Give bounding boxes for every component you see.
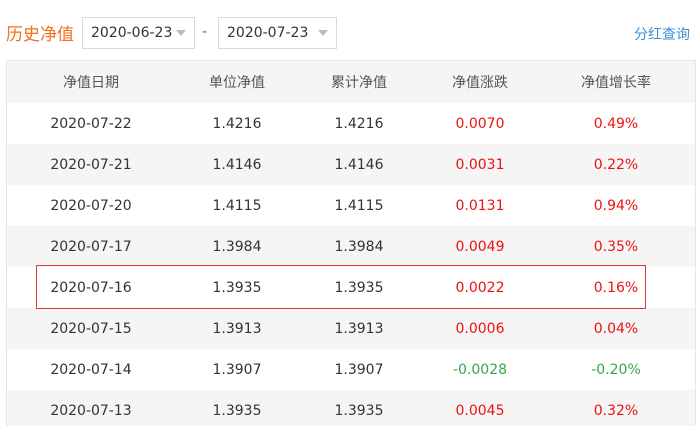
- cell-growth-rate: 0.22%: [593, 156, 639, 173]
- cell-date: 2020-07-14: [50, 361, 132, 378]
- cell-date: 2020-07-20: [50, 197, 132, 214]
- column-header-date: 净值日期: [63, 75, 119, 91]
- table-row: 2020-07-22 1.4216 1.4216 0.0070 0.49%: [7, 103, 695, 144]
- toolbar: 历史净值 2020-06-23 - 2020-07-23 分红查询: [0, 0, 700, 58]
- cell-change: 0.0031: [455, 156, 505, 173]
- page-title: 历史净值: [6, 25, 74, 45]
- cell-cumulative-nav: 1.4216: [334, 115, 384, 132]
- cell-cumulative-nav: 1.3935: [334, 279, 384, 296]
- table-row: 2020-07-16 1.3935 1.3935 0.0022 0.16%: [7, 267, 695, 308]
- column-header-change: 净值涨跌: [452, 75, 508, 91]
- table-header-row: 净值日期 单位净值 累计净值 净值涨跌 净值增长率: [7, 61, 695, 103]
- nav-history-table: 净值日期 单位净值 累计净值 净值涨跌 净值增长率 2020-07-22 1.42…: [6, 60, 696, 426]
- chevron-down-icon: [318, 30, 328, 36]
- cell-growth-rate: 0.16%: [593, 279, 639, 296]
- table-row: 2020-07-14 1.3907 1.3907 -0.0028 -0.20%: [7, 349, 695, 390]
- cell-growth-rate: 0.32%: [593, 402, 639, 419]
- start-date-picker[interactable]: 2020-06-23: [82, 17, 195, 49]
- cell-cumulative-nav: 1.3907: [334, 361, 384, 378]
- end-date-picker[interactable]: 2020-07-23: [218, 17, 337, 49]
- cell-unit-nav: 1.3913: [212, 320, 262, 337]
- table-row: 2020-07-21 1.4146 1.4146 0.0031 0.22%: [7, 144, 695, 185]
- column-header-growth-rate: 净值增长率: [581, 75, 651, 91]
- dividend-query-link[interactable]: 分红查询: [634, 24, 690, 44]
- cell-date: 2020-07-17: [50, 238, 132, 255]
- cell-cumulative-nav: 1.3935: [334, 402, 384, 419]
- cell-change: 0.0049: [455, 238, 505, 255]
- cell-growth-rate: 0.04%: [593, 320, 639, 337]
- cell-change: 0.0131: [455, 197, 505, 214]
- table-row: 2020-07-17 1.3984 1.3984 0.0049 0.35%: [7, 226, 695, 267]
- cell-change: 0.0006: [455, 320, 505, 337]
- cell-change: 0.0070: [455, 115, 505, 132]
- cell-date: 2020-07-15: [50, 320, 132, 337]
- cell-change: 0.0022: [455, 279, 505, 296]
- table-row: 2020-07-20 1.4115 1.4115 0.0131 0.94%: [7, 185, 695, 226]
- cell-date: 2020-07-13: [50, 402, 132, 419]
- cell-growth-rate: -0.20%: [591, 361, 641, 378]
- cell-growth-rate: 0.35%: [593, 238, 639, 255]
- cell-date: 2020-07-21: [50, 156, 132, 173]
- date-range-separator: -: [202, 24, 208, 40]
- table-row: 2020-07-13 1.3935 1.3935 0.0045 0.32%: [7, 390, 695, 426]
- cell-unit-nav: 1.3935: [212, 279, 262, 296]
- cell-unit-nav: 1.3935: [212, 402, 262, 419]
- cell-cumulative-nav: 1.4146: [334, 156, 384, 173]
- cell-cumulative-nav: 1.3984: [334, 238, 384, 255]
- cell-change: 0.0045: [455, 402, 505, 419]
- column-header-cumulative-nav: 累计净值: [331, 75, 387, 91]
- end-date-value: 2020-07-23: [227, 25, 309, 41]
- table-row: 2020-07-15 1.3913 1.3913 0.0006 0.04%: [7, 308, 695, 349]
- column-header-unit-nav: 单位净值: [209, 75, 265, 91]
- cell-unit-nav: 1.3907: [212, 361, 262, 378]
- cell-date: 2020-07-16: [50, 279, 132, 296]
- cell-unit-nav: 1.4115: [212, 197, 262, 214]
- cell-cumulative-nav: 1.3913: [334, 320, 384, 337]
- cell-date: 2020-07-22: [50, 115, 132, 132]
- cell-unit-nav: 1.3984: [212, 238, 262, 255]
- cell-growth-rate: 0.94%: [593, 197, 639, 214]
- cell-change: -0.0028: [452, 361, 508, 378]
- cell-cumulative-nav: 1.4115: [334, 197, 384, 214]
- cell-unit-nav: 1.4146: [212, 156, 262, 173]
- start-date-value: 2020-06-23: [91, 25, 173, 41]
- chevron-down-icon: [176, 30, 186, 36]
- cell-growth-rate: 0.49%: [593, 115, 639, 132]
- cell-unit-nav: 1.4216: [212, 115, 262, 132]
